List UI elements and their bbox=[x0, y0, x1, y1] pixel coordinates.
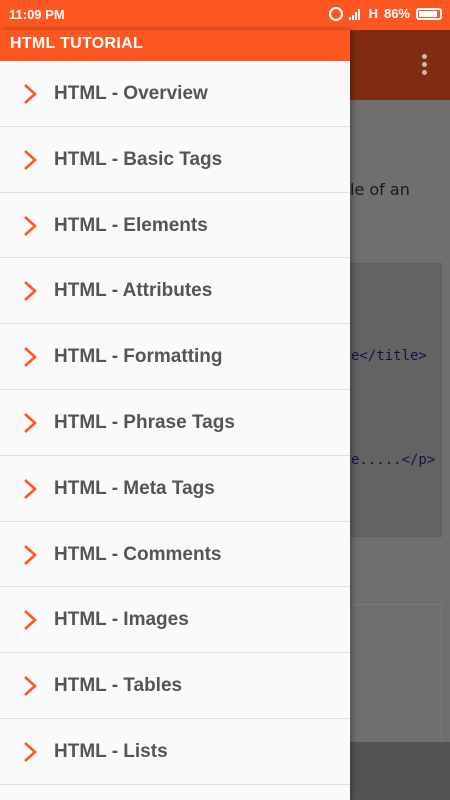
chevron-right-icon bbox=[24, 544, 37, 565]
menu-item-label: HTML - Elements bbox=[54, 214, 208, 236]
overflow-menu-icon bbox=[422, 54, 428, 76]
status-time: 11:09 PM bbox=[9, 7, 65, 22]
code-line: e.....</p> bbox=[351, 452, 436, 468]
drawer-menu-list: HTML - Overview HTML - Basic Tags HTML -… bbox=[0, 61, 350, 785]
menu-item-label: HTML - Formatting bbox=[54, 346, 223, 368]
chevron-right-icon bbox=[24, 413, 37, 433]
status-icons: H 86% bbox=[328, 6, 442, 21]
menu-item-elements[interactable]: HTML - Elements bbox=[0, 192, 350, 259]
menu-item-label: HTML - Phrase Tags bbox=[54, 411, 235, 433]
menu-item-label: HTML - Comments bbox=[54, 543, 222, 565]
chevron-right-icon bbox=[24, 281, 37, 302]
alarm-icon bbox=[328, 6, 343, 21]
menu-item-label: HTML - Overview bbox=[54, 83, 208, 104]
chevron-right-icon bbox=[24, 84, 37, 104]
drawer-header: HTML TUTORIAL bbox=[0, 30, 350, 61]
menu-item-meta-tags[interactable]: HTML - Meta Tags bbox=[0, 455, 350, 522]
menu-item-label: HTML - Basic Tags bbox=[54, 148, 223, 170]
menu-item-label: HTML - Lists bbox=[54, 740, 168, 762]
menu-item-label: HTML - Tables bbox=[54, 675, 183, 697]
network-type: H bbox=[368, 6, 378, 21]
menu-item-label: HTML - Attributes bbox=[54, 280, 213, 302]
status-bar: 11:09 PM H 86% bbox=[0, 0, 450, 30]
battery-percent: 86% bbox=[383, 6, 410, 21]
chevron-right-icon bbox=[24, 676, 37, 697]
menu-item-lists[interactable]: HTML - Lists bbox=[0, 718, 350, 785]
drawer-title: HTML TUTORIAL bbox=[10, 35, 144, 52]
chevron-right-icon bbox=[24, 149, 37, 170]
menu-item-label: HTML - Images bbox=[54, 609, 189, 631]
menu-item-basic-tags[interactable]: HTML - Basic Tags bbox=[0, 126, 350, 193]
background-code-block: e</title> e.....</p> bbox=[350, 263, 442, 537]
menu-item-attributes[interactable]: HTML - Attributes bbox=[0, 258, 350, 325]
background-bottom-bar bbox=[350, 742, 450, 800]
chevron-right-icon bbox=[24, 478, 37, 499]
menu-item-phrase-tags[interactable]: HTML - Phrase Tags bbox=[0, 389, 350, 456]
menu-item-tables[interactable]: HTML - Tables bbox=[0, 653, 350, 719]
chevron-right-icon bbox=[24, 215, 37, 236]
menu-item-label: HTML - Meta Tags bbox=[54, 477, 215, 499]
background-code-block-2 bbox=[350, 604, 442, 744]
chevron-right-icon bbox=[24, 610, 37, 631]
chevron-right-icon bbox=[24, 742, 37, 762]
battery-icon bbox=[416, 7, 442, 20]
background-text-fragment: le of an bbox=[350, 180, 410, 199]
menu-item-comments[interactable]: HTML - Comments bbox=[0, 521, 350, 588]
menu-item-overview[interactable]: HTML - Overview bbox=[0, 61, 350, 127]
menu-item-images[interactable]: HTML - Images bbox=[0, 587, 350, 654]
navigation-drawer: HTML TUTORIAL HTML - Overview HTML - Bas… bbox=[0, 30, 350, 800]
chevron-right-icon bbox=[24, 347, 37, 368]
signal-icon bbox=[348, 8, 363, 20]
code-line: e</title> bbox=[351, 348, 427, 364]
menu-item-formatting[interactable]: HTML - Formatting bbox=[0, 324, 350, 390]
